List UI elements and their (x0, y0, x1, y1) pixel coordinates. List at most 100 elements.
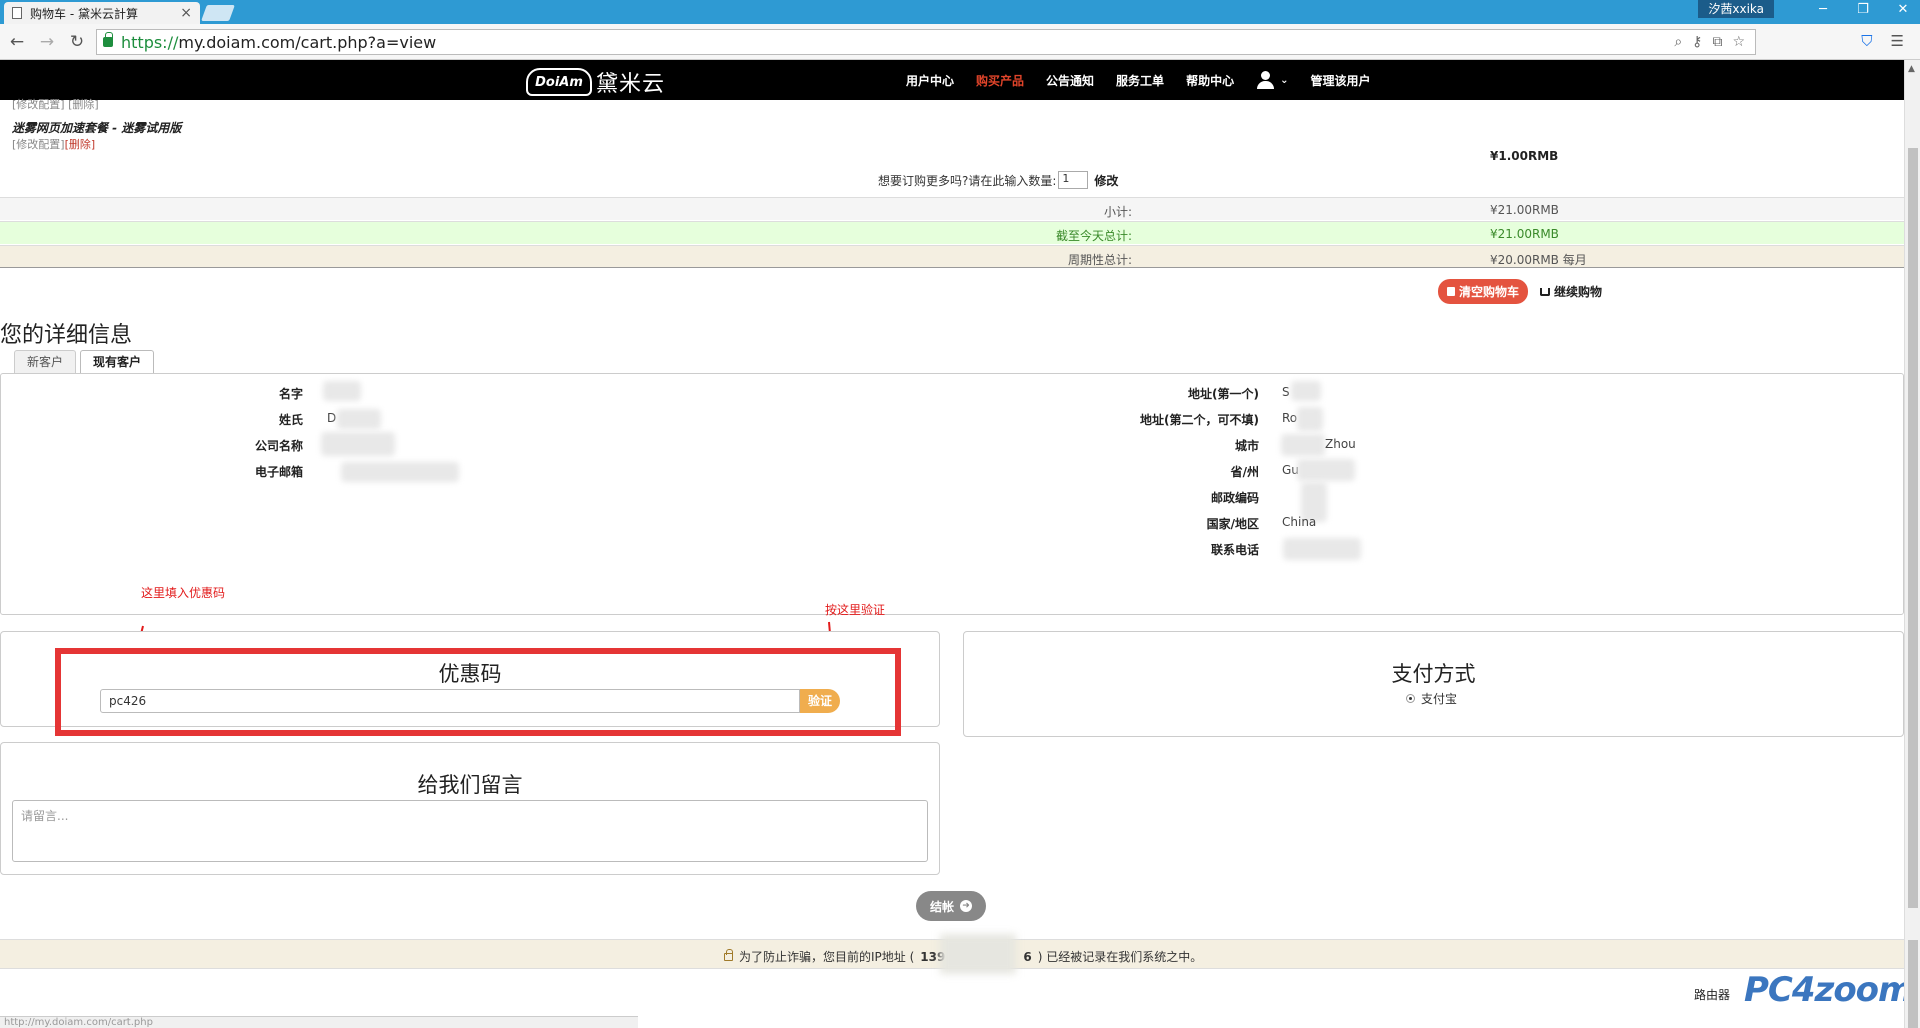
forward-icon[interactable]: → (34, 32, 60, 52)
bookmark-star-icon[interactable]: ☆ (1732, 34, 1745, 50)
nav-menu: 用户中心 购买产品 公告通知 服务工单 帮助中心 ⌄ 管理该用户 (906, 60, 1370, 100)
phone-label: 联系电话 (1210, 543, 1259, 557)
radio-icon[interactable] (1406, 694, 1415, 703)
recurring-total-label: 周期性总计: (1067, 253, 1132, 267)
redacted-last-name (337, 409, 381, 429)
last-name-value: D (327, 411, 337, 425)
browser-tab[interactable]: 购物车 - 黛米云計算 × (4, 2, 200, 24)
profile-name[interactable]: 汐茜xxika (1698, 0, 1774, 18)
ip-notice-suffix: ) 已经被记录在我们系统之中。 (1037, 950, 1203, 964)
close-window-icon[interactable]: ✕ (1894, 2, 1912, 17)
key-icon[interactable]: ⚷ (1692, 34, 1702, 50)
menu-icon[interactable]: ☰ (1891, 32, 1904, 50)
quantity-row: 想要订购更多吗?请在此输入数量: 1 修改 (878, 171, 1118, 189)
user-icon[interactable] (1256, 71, 1275, 89)
customer-info-box: 名字 姓氏 D 公司名称 电子邮箱 地址(第一个) S 地址(第二个，可不填) … (0, 373, 1904, 615)
highlight-frame (55, 648, 901, 736)
https-lock-icon (103, 32, 113, 47)
subtotal-row: 小计: ¥21.00RMB (0, 197, 1904, 220)
notes-textarea[interactable]: 请留言... (12, 800, 928, 862)
scrollbar-thumb[interactable] (1908, 148, 1918, 908)
zoom-icon[interactable]: ⌕ (1674, 34, 1682, 50)
redacted-phone (1283, 538, 1361, 560)
scrollbar-lower-thumb[interactable] (1908, 940, 1918, 1028)
coupon-annotation: 这里填入优惠码 (141, 586, 226, 600)
address2-value: Ro (1282, 411, 1298, 425)
edit-config-link[interactable]: [修改配置] (12, 138, 65, 151)
checkout-button[interactable]: 结帐 ➜ (916, 891, 986, 921)
country-label: 国家/地区 (1206, 517, 1259, 531)
postcode-label: 邮政编码 (1210, 491, 1259, 505)
ip-notice-prefix: 为了防止诈骗，您目前的IP地址 ( (739, 950, 915, 964)
continue-shopping-label: 继续购物 (1554, 285, 1603, 299)
nav-item-tickets[interactable]: 服务工单 (1116, 72, 1164, 89)
cart-icon (1540, 287, 1551, 296)
today-total-label: 截至今天总计: (1055, 229, 1132, 243)
product-price: ¥1.00RMB (1490, 149, 1559, 163)
tab-close-icon[interactable]: × (180, 5, 192, 21)
padlock-icon (724, 948, 733, 961)
chevron-down-icon[interactable]: ⌄ (1280, 75, 1288, 86)
page-scrollbar[interactable]: ▲ (1904, 60, 1920, 1028)
logo-mark: DoiAm (526, 68, 592, 96)
page-icon (12, 7, 22, 19)
empty-cart-button[interactable]: 清空购物车 (1438, 279, 1529, 304)
redacted-email (341, 462, 459, 482)
product-name: 迷雾网页加速套餐 - 迷雾试用版 (12, 121, 182, 135)
tab-existing-customer[interactable]: 现有客户 (80, 350, 155, 374)
ip-end: 6 (1023, 949, 1032, 964)
details-title: 您的详细信息 (0, 323, 133, 348)
nav-item-user-center[interactable]: 用户中心 (906, 72, 954, 89)
today-total-row: 截至今天总计: ¥21.00RMB (0, 221, 1904, 244)
customer-tabs: 新客户 现有客户 (14, 350, 155, 374)
payment-panel: 支付方式 (963, 631, 1904, 737)
company-label: 公司名称 (254, 439, 303, 453)
delete-item-link[interactable]: [删除] (65, 138, 96, 151)
last-name-label: 姓氏 (278, 413, 303, 427)
window-controls: ─ ❐ ✕ (1814, 2, 1912, 17)
url-scheme: https:// (121, 32, 179, 52)
site-logo[interactable]: DoiAm 黛米云 (526, 66, 665, 98)
verify-annotation: 按这里验证 (825, 603, 886, 617)
nav-item-help[interactable]: 帮助中心 (1186, 72, 1234, 89)
address1-value: S (1282, 385, 1290, 399)
url-actions: ⌕ ⚷ ⧉ ☆ (1674, 34, 1745, 50)
trash-icon (1447, 287, 1455, 296)
redacted-city (1281, 434, 1325, 456)
recurring-total-row: 周期性总计: ¥20.00RMB 每月 (0, 245, 1904, 268)
tab-new-customer[interactable]: 新客户 (14, 350, 77, 374)
url-field[interactable]: https:// my.doiam.com/cart.php?a=view ⌕ … (96, 29, 1756, 55)
state-label: 省/州 (1230, 465, 1259, 479)
empty-cart-label: 清空购物车 (1459, 285, 1520, 299)
first-name-label: 名字 (278, 387, 303, 401)
maximize-icon[interactable]: ❐ (1854, 2, 1872, 17)
back-icon[interactable]: ← (4, 32, 30, 52)
product-links: [修改配置][删除] (12, 136, 95, 152)
new-tab-button[interactable] (201, 5, 235, 21)
url-path: my.doiam.com/cart.php?a=view (178, 32, 437, 52)
country-value: China (1282, 515, 1317, 529)
email-label: 电子邮箱 (254, 465, 303, 479)
payment-option-alipay[interactable]: 支付宝 (1406, 690, 1457, 707)
redacted-first-name (323, 381, 361, 401)
clipped-item-links: [修改配置] [删除] (12, 98, 99, 111)
nav-item-manage-user[interactable]: 管理该用户 (1310, 72, 1370, 89)
reload-icon[interactable]: ↻ (64, 32, 90, 52)
notes-title: 给我们留言 (417, 773, 523, 797)
nav-item-announcements[interactable]: 公告通知 (1046, 72, 1094, 89)
quantity-prompt: 想要订购更多吗?请在此输入数量: (878, 173, 1057, 188)
browser-tab-bar: 购物车 - 黛米云計算 × 汐茜xxika ─ ❐ ✕ (0, 0, 1920, 24)
minimize-icon[interactable]: ─ (1814, 2, 1832, 17)
continue-shopping-link[interactable]: 继续购物 (1540, 283, 1602, 300)
quantity-input[interactable]: 1 (1058, 171, 1089, 189)
extension-icons: ⛉ ☰ (1861, 32, 1904, 50)
site-navbar: DoiAm 黛米云 用户中心 购买产品 公告通知 服务工单 帮助中心 ⌄ 管理该… (0, 60, 1904, 100)
subtotal-value: ¥21.00RMB (1490, 203, 1559, 217)
shield-extension-icon[interactable]: ⛉ (1861, 32, 1872, 50)
translate-icon[interactable]: ⧉ (1712, 34, 1722, 50)
city-label: 城市 (1234, 439, 1259, 453)
checkout-label: 结帐 (929, 899, 954, 914)
nav-item-buy-products[interactable]: 购买产品 (976, 72, 1024, 89)
update-quantity-button[interactable]: 修改 (1094, 172, 1118, 189)
scroll-up-icon[interactable]: ▲ (1908, 64, 1915, 74)
